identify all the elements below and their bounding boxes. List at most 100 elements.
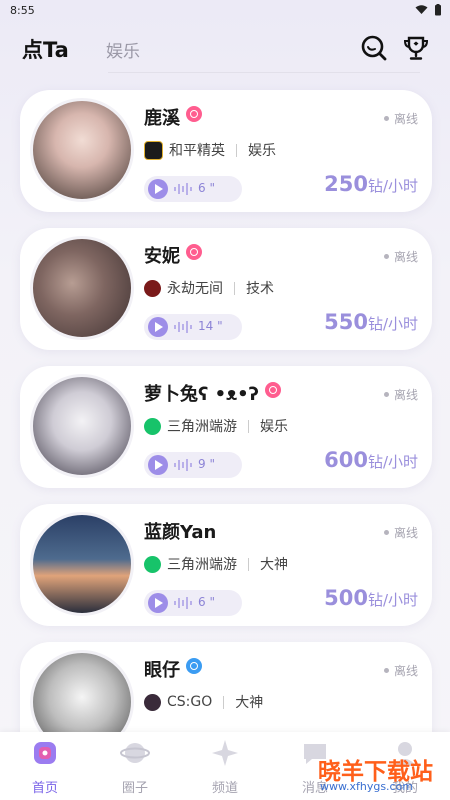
- tab-entertainment[interactable]: 娱乐: [106, 37, 140, 62]
- status-dot: [383, 116, 389, 121]
- player-name-text: 眼仔: [144, 660, 180, 681]
- csgo-game-icon: [144, 693, 161, 711]
- pubg-game-icon: [144, 140, 163, 160]
- player-card[interactable]: 萝卜兔ʕ •ᴥ•ʔ 离线 三角洲端游 娱乐 9 " 600钻/小时: [20, 366, 432, 488]
- waveform-icon: [174, 183, 192, 195]
- online-status: 离线: [383, 110, 418, 127]
- waveform-icon: [174, 597, 192, 609]
- player-name: 鹿溪: [144, 104, 202, 130]
- tab-dianta[interactable]: 点Ta: [22, 34, 69, 64]
- game-tag: 永劫无间: [167, 281, 223, 297]
- voice-sample-button[interactable]: 9 ": [144, 452, 242, 478]
- category-tag: 技术: [246, 281, 274, 297]
- female-gender-icon: [186, 244, 202, 260]
- player-name-text: 萝卜兔ʕ •ᴥ•ʔ: [144, 384, 259, 405]
- waveform-icon: [174, 321, 192, 333]
- player-name-text: 安妮: [144, 246, 180, 267]
- status-text: 离线: [393, 112, 418, 126]
- delta-force-game-icon: [144, 417, 161, 435]
- status-text: 离线: [393, 526, 418, 540]
- player-name: 安妮: [144, 242, 202, 268]
- status-dot: [383, 254, 389, 259]
- play-icon: [148, 317, 168, 337]
- waveform-icon: [174, 459, 192, 471]
- category-tag: 娱乐: [260, 419, 288, 435]
- price: 250钻/小时: [324, 172, 418, 196]
- female-gender-icon: [186, 106, 202, 122]
- play-icon: [148, 179, 168, 199]
- voice-sample-button[interactable]: 14 ": [144, 314, 242, 340]
- search-icon[interactable]: [360, 34, 388, 62]
- game-tag: 三角洲端游: [167, 557, 237, 573]
- tag-divider: [248, 419, 249, 433]
- status-time: 8:55: [10, 4, 35, 17]
- tag-divider: [236, 143, 237, 157]
- player-name: 眼仔: [144, 656, 202, 682]
- status-dot: [383, 392, 389, 397]
- avatar[interactable]: [30, 98, 134, 202]
- player-card[interactable]: 安妮 离线 永劫无间 技术 14 " 550钻/小时: [20, 228, 432, 350]
- price-value: 550: [324, 310, 368, 334]
- category-tag: 娱乐: [248, 143, 276, 159]
- tag-divider: [223, 695, 225, 709]
- player-card[interactable]: 蓝颜Yan 离线 三角洲端游 大神 6 " 500钻/小时: [20, 504, 432, 626]
- online-status: 离线: [383, 662, 418, 679]
- player-name-text: 鹿溪: [144, 108, 180, 129]
- voice-duration: 14 ": [198, 319, 223, 333]
- delta-force-game-icon: [144, 555, 161, 573]
- nav-label: 首页: [31, 781, 58, 796]
- header-divider: [108, 72, 420, 73]
- player-tags: 和平精英 娱乐: [144, 140, 276, 160]
- home-icon: [34, 742, 56, 764]
- price-unit: 钻/小时: [367, 591, 418, 609]
- category-tag: 大神: [260, 557, 288, 573]
- voice-duration: 9 ": [198, 457, 215, 471]
- online-status: 离线: [383, 248, 418, 265]
- voice-sample-button[interactable]: 6 ": [144, 176, 242, 202]
- trophy-icon[interactable]: [402, 34, 430, 62]
- wifi-icon: [415, 5, 428, 14]
- player-tags: 三角洲端游 娱乐: [144, 416, 288, 436]
- nav-home[interactable]: 首页: [13, 738, 77, 796]
- status-dot: [383, 668, 389, 673]
- nav-label: 频道: [211, 781, 238, 796]
- play-icon: [148, 593, 168, 613]
- female-gender-icon: [264, 382, 281, 398]
- nav-channel[interactable]: 频道: [193, 738, 257, 796]
- player-tags: 永劫无间 技术: [144, 278, 274, 298]
- avatar[interactable]: [30, 512, 134, 616]
- price-value: 250: [324, 172, 368, 196]
- game-tag: 和平精英: [169, 143, 225, 159]
- play-icon: [148, 455, 168, 475]
- status-text: 离线: [393, 388, 418, 402]
- sparkle-icon: [212, 740, 238, 766]
- voice-sample-button[interactable]: 6 ": [144, 590, 242, 616]
- price: 550钻/小时: [324, 310, 418, 334]
- player-name: 萝卜兔ʕ •ᴥ•ʔ: [144, 380, 281, 406]
- price-unit: 钻/小时: [367, 177, 418, 195]
- player-tags: 三角洲端游 大神: [144, 554, 288, 574]
- battery-icon: [435, 4, 441, 16]
- status-text: 离线: [393, 664, 418, 678]
- nav-circle[interactable]: 圈子: [103, 738, 167, 796]
- voice-duration: 6 ": [198, 595, 215, 609]
- price-value: 600: [324, 448, 368, 472]
- price: 600钻/小时: [324, 448, 418, 472]
- price: 500钻/小时: [324, 586, 418, 610]
- price-unit: 钻/小时: [367, 453, 418, 471]
- planet-icon: [120, 743, 150, 763]
- voice-duration: 6 ": [198, 181, 215, 195]
- avatar[interactable]: [30, 236, 134, 340]
- price-value: 500: [324, 586, 368, 610]
- top-header: 点Ta 娱乐: [0, 24, 450, 72]
- avatar[interactable]: [30, 374, 134, 478]
- watermark-url: www.xfhygs.com: [320, 780, 414, 793]
- status-dot: [383, 530, 389, 535]
- player-card[interactable]: 鹿溪 离线 和平精英 娱乐 6 " 250钻/小时: [20, 90, 432, 212]
- player-name: 蓝颜Yan: [144, 518, 216, 544]
- price-unit: 钻/小时: [367, 315, 418, 333]
- player-tags: CS:GO 大神: [144, 692, 263, 712]
- tag-divider: [248, 557, 249, 571]
- player-name-text: 蓝颜Yan: [144, 522, 217, 543]
- system-icons: [415, 4, 442, 16]
